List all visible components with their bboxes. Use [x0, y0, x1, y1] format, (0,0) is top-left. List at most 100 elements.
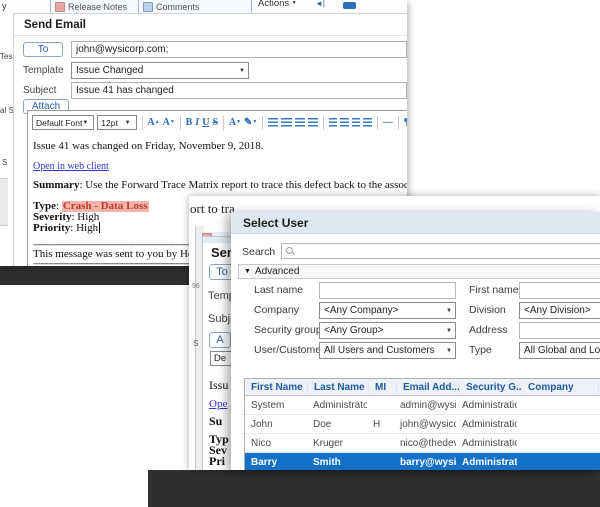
- paragraph-icon[interactable]: ¶: [404, 118, 407, 128]
- divider: [180, 116, 181, 130]
- comments-button[interactable]: Comments: [138, 0, 252, 13]
- search-icon: [286, 247, 295, 256]
- align-left-icon[interactable]: [268, 118, 278, 127]
- advanced-expander[interactable]: ▼ Advanced: [238, 264, 600, 279]
- table-row[interactable]: System Administrator admin@wysi... Admin…: [245, 396, 600, 415]
- note-icon: [55, 2, 65, 12]
- dialog-title-bar: Select User: [231, 212, 600, 234]
- table-row[interactable]: John Doe H john@wysico... Administration: [245, 415, 600, 434]
- clipped-label-fragment: S: [193, 339, 198, 348]
- decrease-font-icon[interactable]: A▼: [163, 118, 175, 128]
- last-name-input[interactable]: [319, 282, 456, 299]
- clipped-label-fragment: 96: [192, 283, 200, 290]
- security-group-select[interactable]: <Any Group>▼: [319, 322, 456, 339]
- align-right-icon[interactable]: [295, 118, 305, 127]
- divider-dashes: ----------------------------------------…: [33, 241, 201, 247]
- clipped-label-fragment: Tes: [0, 52, 12, 61]
- company-select[interactable]: <Any Company>▼: [319, 302, 456, 319]
- chevron-down-icon: ▼: [292, 0, 297, 6]
- open-in-web-client-link[interactable]: Open in web client: [33, 161, 109, 172]
- numbered-list-icon[interactable]: [329, 118, 338, 127]
- type-select[interactable]: All Global and Local: [519, 342, 600, 359]
- divider: [223, 116, 224, 130]
- column-header[interactable]: MI: [369, 382, 397, 393]
- address-label: Address: [469, 324, 508, 336]
- link-fragment[interactable]: Ope: [209, 398, 227, 410]
- font-name-select[interactable]: Default Font▼: [32, 115, 94, 130]
- security-group-label: Security group: [254, 324, 322, 336]
- underline-icon[interactable]: U: [202, 118, 209, 128]
- dropdown-arrow-icon: ▼: [446, 348, 452, 354]
- template-select[interactable]: Issue Changed ▼: [71, 62, 249, 79]
- column-header[interactable]: Company: [522, 382, 599, 393]
- dialog-title: Select User: [243, 216, 308, 230]
- to-recipients-field[interactable]: john@wysicorp.com;: [71, 41, 407, 58]
- division-label: Division: [469, 304, 506, 316]
- comment-icon: [143, 2, 153, 12]
- attach-button-fragment[interactable]: A: [209, 332, 231, 348]
- users-table: First Name Last Name MI Email Add... Sec…: [244, 378, 600, 470]
- divider: [323, 116, 324, 130]
- divider: [262, 116, 263, 130]
- flag-icon[interactable]: [343, 2, 356, 9]
- divider: [398, 116, 399, 130]
- table-row-selected[interactable]: Barry Smith barry@wysi... Administrati..…: [245, 453, 600, 470]
- increase-font-icon[interactable]: A▲: [147, 118, 159, 128]
- toolbar-fragment: y: [2, 1, 7, 11]
- bullet-list-icon[interactable]: [340, 118, 349, 127]
- search-input[interactable]: [281, 243, 600, 259]
- column-header[interactable]: Email Add...: [397, 382, 460, 393]
- divider: [377, 116, 378, 130]
- app-toolbar: y Release Notes Comments Actions ▼ ◄|: [0, 0, 407, 13]
- company-label: Company: [254, 304, 299, 316]
- search-label: Search: [242, 246, 275, 258]
- priority-label-fragment: Pri: [209, 456, 225, 467]
- desktop-dark-bar-left: [0, 266, 196, 285]
- last-name-label: Last name: [254, 284, 303, 296]
- nav-first-icon[interactable]: ◄|: [315, 0, 325, 8]
- outdent-icon[interactable]: [352, 118, 361, 127]
- table-row[interactable]: Nico Kruger nico@thedev... Administratio…: [245, 434, 600, 453]
- subject-label-fragment: Subj: [208, 313, 230, 325]
- align-justify-icon[interactable]: [308, 118, 318, 127]
- clipped-label-fragment: al S: [0, 106, 14, 115]
- body-line: Issue 41 was changed on Friday, November…: [33, 140, 407, 152]
- highlight-color-icon[interactable]: ✎▼: [244, 118, 257, 128]
- divider: [14, 35, 407, 36]
- align-center-icon[interactable]: [281, 118, 291, 127]
- to-button[interactable]: To: [23, 42, 63, 57]
- address-input[interactable]: [519, 322, 600, 339]
- dropdown-arrow-icon: ▼: [239, 68, 245, 74]
- dialog-title: Send Email: [24, 19, 86, 31]
- summary-label-fragment: Su: [209, 414, 222, 429]
- select-user-dialog: Select User Search ▼ Advanced Last name …: [231, 212, 600, 470]
- dropdown-arrow-icon: ▼: [82, 120, 88, 126]
- divider-dashes: ----------------------------------------…: [33, 260, 201, 266]
- column-header[interactable]: First Name: [245, 382, 308, 393]
- subject-field[interactable]: Issue 41 has changed: [71, 82, 407, 99]
- dropdown-arrow-icon: ▼: [125, 120, 131, 126]
- font-color-icon[interactable]: A▼: [229, 118, 241, 128]
- divider: [142, 116, 143, 130]
- dropdown-arrow-icon: ▼: [446, 308, 452, 314]
- bold-icon[interactable]: B: [186, 118, 193, 128]
- release-notes-button[interactable]: Release Notes: [50, 0, 140, 13]
- text-cursor: [99, 222, 100, 233]
- table-header-row: First Name Last Name MI Email Add... Sec…: [245, 379, 600, 396]
- desktop-dark-bar-bottom: [148, 470, 600, 507]
- italic-icon[interactable]: I: [195, 118, 199, 128]
- first-name-input[interactable]: [519, 282, 600, 299]
- template-label: Template: [23, 65, 64, 76]
- indent-icon[interactable]: [363, 118, 372, 127]
- subject-label: Subject: [23, 85, 56, 96]
- column-header[interactable]: Security G...‖: [460, 382, 522, 393]
- column-header[interactable]: Last Name: [308, 382, 369, 393]
- strikethrough-icon[interactable]: S: [212, 118, 218, 128]
- actions-menu[interactable]: Actions ▼: [258, 0, 297, 9]
- user-customer-select[interactable]: All Users and Customers▼: [319, 342, 456, 359]
- user-customer-label: User/Customer: [254, 344, 325, 356]
- clipped-label-fragment: S: [2, 158, 7, 167]
- division-select[interactable]: <Any Division>: [519, 302, 600, 319]
- font-size-select[interactable]: 12pt▼: [97, 115, 136, 130]
- horizontal-rule-icon[interactable]: —: [383, 118, 393, 128]
